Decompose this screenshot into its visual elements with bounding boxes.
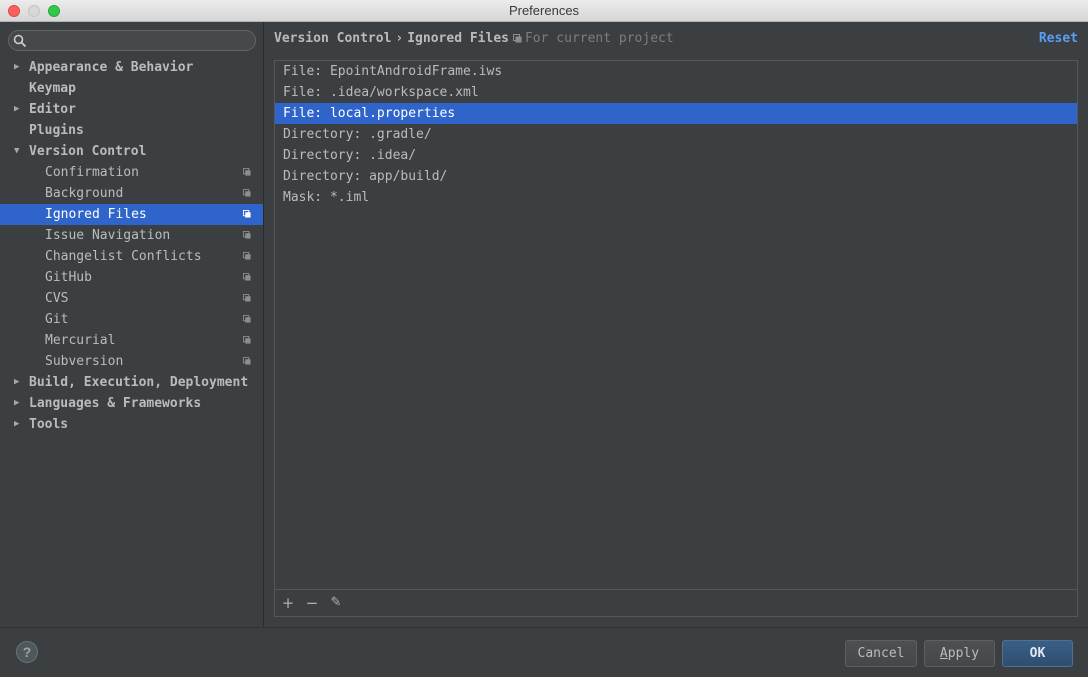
tree-item-label: Plugins xyxy=(29,123,84,138)
tree-item-label: Editor xyxy=(29,102,76,117)
copy-icon xyxy=(243,189,251,197)
tree-item-git[interactable]: Git xyxy=(0,309,263,330)
tree-item-editor[interactable]: ▶ Editor xyxy=(0,99,263,120)
settings-search-field[interactable] xyxy=(8,30,256,51)
breadcrumb-parent: Version Control xyxy=(274,31,392,46)
tree-item-label: GitHub xyxy=(45,270,92,285)
tree-item-confirmation[interactable]: Confirmation xyxy=(0,162,263,183)
tree-item-label: Ignored Files xyxy=(45,207,147,222)
tree-item-label: Build, Execution, Deployment xyxy=(29,375,249,390)
tree-item-github[interactable]: GitHub xyxy=(0,267,263,288)
title-bar: Preferences xyxy=(0,0,1088,22)
settings-sidebar: ▶ Appearance & Behavior Keymap ▶ Editor Plugi… xyxy=(0,22,264,627)
edit-button[interactable]: ✎ xyxy=(326,593,346,613)
ignored-file-row[interactable]: File: EpointAndroidFrame.iws xyxy=(275,61,1077,82)
ignored-file-row[interactable]: Directory: .idea/ xyxy=(275,145,1077,166)
reset-link[interactable]: Reset xyxy=(1039,31,1078,46)
tree-item-build-execution-deployment[interactable]: ▶ Build, Execution, Deployment xyxy=(0,372,263,393)
cancel-button[interactable]: Cancel xyxy=(845,640,917,667)
tree-item-subversion[interactable]: Subversion xyxy=(0,351,263,372)
collapsed-arrow-icon[interactable]: ▶ xyxy=(14,57,19,78)
list-toolbar: + − ✎ xyxy=(275,589,1077,616)
copy-icon xyxy=(243,294,251,302)
tree-item-mercurial[interactable]: Mercurial xyxy=(0,330,263,351)
collapsed-arrow-icon[interactable]: ▶ xyxy=(14,99,19,120)
breadcrumb-current: Ignored Files xyxy=(407,31,509,46)
ignored-file-row[interactable]: File: local.properties xyxy=(275,103,1077,124)
dialog-button-bar: ? Cancel Apply OK xyxy=(0,627,1088,677)
tree-item-keymap[interactable]: Keymap xyxy=(0,78,263,99)
expanded-arrow-icon[interactable]: ▼ xyxy=(14,141,19,162)
copy-icon xyxy=(243,273,251,281)
tree-item-background[interactable]: Background xyxy=(0,183,263,204)
tree-item-label: CVS xyxy=(45,291,69,306)
ignored-file-row[interactable]: Directory: app/build/ xyxy=(275,166,1077,187)
add-button[interactable]: + xyxy=(278,593,298,613)
settings-tree: ▶ Appearance & Behavior Keymap ▶ Editor Plugi… xyxy=(0,57,263,435)
tree-item-label: Confirmation xyxy=(45,165,139,180)
tree-item-languages-frameworks[interactable]: ▶ Languages & Frameworks xyxy=(0,393,263,414)
tree-item-label: Background xyxy=(45,186,124,201)
tree-item-label: Languages & Frameworks xyxy=(29,396,202,411)
search-icon xyxy=(13,34,27,48)
copy-icon xyxy=(243,252,251,260)
breadcrumb-separator: › xyxy=(395,31,404,46)
tree-item-label: Keymap xyxy=(29,81,76,96)
tree-item-ignored-files[interactable]: Ignored Files xyxy=(0,204,263,225)
collapsed-arrow-icon[interactable]: ▶ xyxy=(14,372,19,393)
copy-icon xyxy=(243,315,251,323)
copy-icon xyxy=(512,34,522,43)
copy-icon xyxy=(243,357,251,365)
collapsed-arrow-icon[interactable]: ▶ xyxy=(14,414,19,435)
collapsed-arrow-icon[interactable]: ▶ xyxy=(14,393,19,414)
tree-item-label: Version Control xyxy=(29,144,147,159)
tree-item-plugins[interactable]: Plugins xyxy=(0,120,263,141)
tree-item-label: Appearance & Behavior xyxy=(29,60,194,75)
tree-item-changelist-conflicts[interactable]: Changelist Conflicts xyxy=(0,246,263,267)
ignored-file-row[interactable]: Directory: .gradle/ xyxy=(275,124,1077,145)
window-title: Preferences xyxy=(508,3,580,18)
ignored-files-panel: Version Control › Ignored Files For current… xyxy=(264,22,1088,627)
tree-item-label: Subversion xyxy=(45,354,124,369)
ignored-files-list: File: EpointAndroidFrame.iws File: .idea/… xyxy=(274,60,1078,617)
tree-item-appearance-behavior[interactable]: ▶ Appearance & Behavior xyxy=(0,57,263,78)
tree-item-tools[interactable]: ▶ Tools xyxy=(0,414,263,435)
apply-label: pply xyxy=(947,646,980,661)
scope-label: For current project xyxy=(524,31,674,46)
tree-item-issue-navigation[interactable]: Issue Navigation xyxy=(0,225,263,246)
ignored-file-row[interactable]: Mask: *.iml xyxy=(275,187,1077,208)
tree-item-label: Tools xyxy=(29,417,69,432)
tree-item-label: Mercurial xyxy=(45,333,116,348)
tree-item-label: Changelist Conflicts xyxy=(45,249,202,264)
tree-item-label: Git xyxy=(45,312,69,327)
breadcrumb: Version Control › Ignored Files For current… xyxy=(274,31,674,46)
copy-icon xyxy=(243,336,251,344)
help-button[interactable]: ? xyxy=(16,641,38,663)
copy-icon xyxy=(243,168,251,176)
copy-icon xyxy=(243,210,251,218)
ignored-file-row[interactable]: File: .idea/workspace.xml xyxy=(275,82,1077,103)
tree-item-version-control[interactable]: ▼ Version Control xyxy=(0,141,263,162)
remove-button[interactable]: − xyxy=(302,593,322,613)
tree-item-label: Issue Navigation xyxy=(45,228,171,243)
ignored-files-rows: File: EpointAndroidFrame.iws File: .idea/… xyxy=(275,61,1077,208)
copy-icon xyxy=(243,231,251,239)
apply-button[interactable]: Apply xyxy=(924,640,995,667)
tree-item-cvs[interactable]: CVS xyxy=(0,288,263,309)
ok-button[interactable]: OK xyxy=(1002,640,1073,667)
apply-mnemonic: A xyxy=(939,646,948,661)
